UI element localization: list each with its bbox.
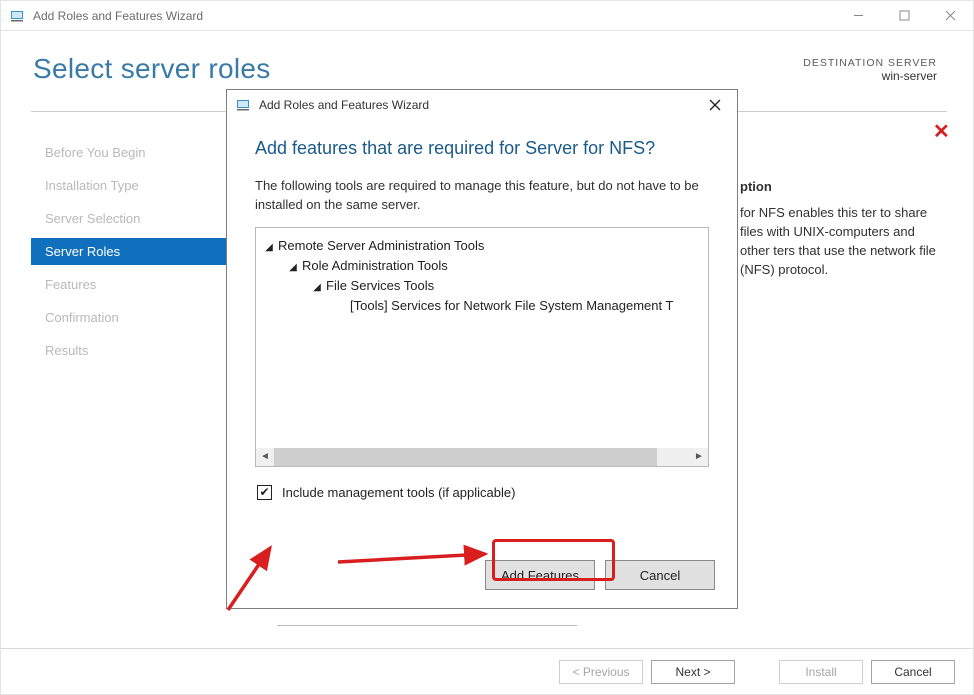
caret-icon: ◢	[288, 260, 298, 276]
scroll-left-arrow[interactable]: ◄	[256, 448, 274, 466]
required-features-tree: ◢Remote Server Administration Tools ◢Rol…	[255, 227, 709, 467]
install-button[interactable]: Install	[779, 660, 863, 684]
dialog-description: The following tools are required to mana…	[255, 177, 709, 215]
close-button[interactable]	[927, 1, 973, 31]
nav-results[interactable]: Results	[31, 337, 251, 364]
dialog-body: Add features that are required for Serve…	[227, 120, 737, 500]
wizard-footer: < Previous Next > Install Cancel	[1, 648, 973, 694]
add-features-dialog: Add Roles and Features Wizard Add featur…	[226, 89, 738, 609]
add-features-button[interactable]: Add Features	[485, 560, 595, 590]
cancel-button[interactable]: Cancel	[871, 660, 955, 684]
include-tools-label: Include management tools (if applicable)	[282, 485, 515, 500]
caret-icon: ◢	[264, 240, 274, 256]
tree-item-file-services[interactable]: ◢File Services Tools	[264, 276, 708, 296]
nav-installation-type[interactable]: Installation Type	[31, 172, 251, 199]
role-description-panel: ption for NFS enables this ter to share …	[740, 179, 945, 279]
nav-features[interactable]: Features	[31, 271, 251, 298]
dialog-titlebar: Add Roles and Features Wizard	[227, 90, 737, 120]
horizontal-scrollbar[interactable]: ◄ ►	[256, 448, 708, 466]
nav-server-selection[interactable]: Server Selection	[31, 205, 251, 232]
description-heading: ption	[740, 179, 945, 194]
wizard-nav: Before You Begin Installation Type Serve…	[31, 139, 251, 370]
include-tools-checkbox[interactable]: ✔	[257, 485, 272, 500]
window-title: Add Roles and Features Wizard	[33, 9, 835, 23]
dialog-heading: Add features that are required for Serve…	[255, 138, 709, 159]
scrollbar-thumb[interactable]	[274, 448, 657, 466]
dismiss-error-icon[interactable]: ✕	[933, 119, 955, 141]
server-manager-icon	[235, 97, 251, 113]
scroll-right-arrow[interactable]: ►	[690, 448, 708, 466]
maximize-button[interactable]	[881, 1, 927, 31]
window-titlebar: Add Roles and Features Wizard	[1, 1, 973, 31]
tree-item-role-admin[interactable]: ◢Role Administration Tools	[264, 256, 708, 276]
roles-list-bottom-border	[277, 625, 577, 631]
caret-icon: ◢	[312, 280, 322, 296]
description-body: for NFS enables this ter to share files …	[740, 204, 945, 279]
next-button[interactable]: Next >	[651, 660, 735, 684]
dialog-close-button[interactable]	[693, 90, 737, 120]
server-manager-icon	[9, 8, 25, 24]
dialog-footer: Add Features Cancel	[485, 560, 715, 590]
dialog-cancel-button[interactable]: Cancel	[605, 560, 715, 590]
previous-button[interactable]: < Previous	[559, 660, 643, 684]
dialog-title: Add Roles and Features Wizard	[259, 98, 693, 112]
minimize-button[interactable]	[835, 1, 881, 31]
window-controls	[835, 1, 973, 31]
nav-confirmation[interactable]: Confirmation	[31, 304, 251, 331]
tree-item-nfs-tools[interactable]: [Tools] Services for Network File System…	[264, 296, 708, 316]
destination-server-host: win-server	[803, 69, 937, 83]
destination-server-label: DESTINATION SERVER	[803, 57, 937, 69]
nav-server-roles[interactable]: Server Roles	[31, 238, 251, 265]
destination-server-block: DESTINATION SERVER win-server	[803, 57, 937, 83]
scrollbar-track[interactable]	[274, 448, 690, 466]
nav-before-you-begin[interactable]: Before You Begin	[31, 139, 251, 166]
include-tools-row: ✔ Include management tools (if applicabl…	[257, 485, 709, 500]
tree-item-rsat[interactable]: ◢Remote Server Administration Tools	[264, 236, 708, 256]
